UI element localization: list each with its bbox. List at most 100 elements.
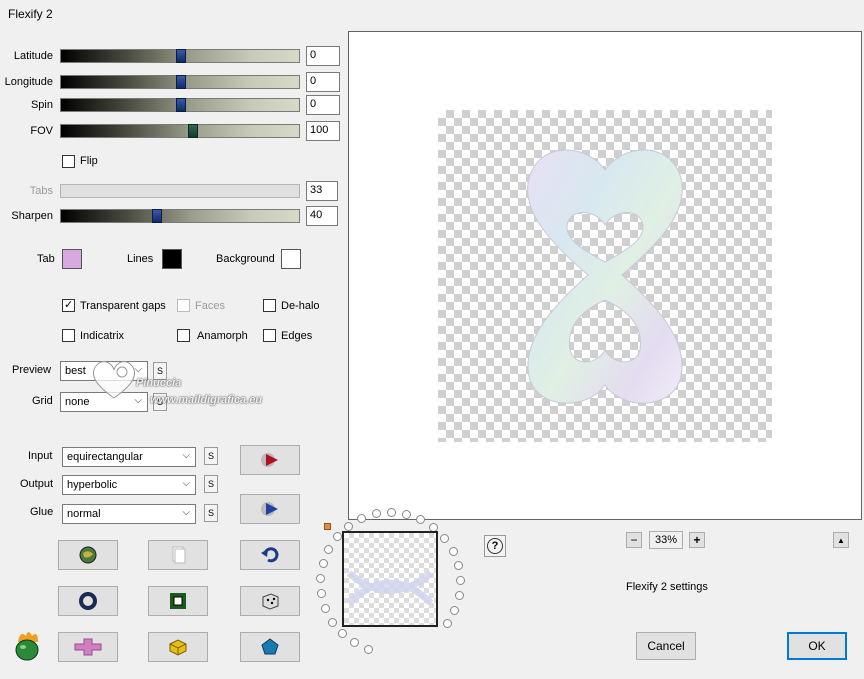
flip-label: Flip <box>80 155 98 167</box>
watermark-line1: Pinuccia <box>136 377 182 389</box>
navigator-dot[interactable] <box>316 574 325 583</box>
navigator-dot[interactable] <box>324 545 333 554</box>
slider-value-tabs[interactable]: 33 <box>306 181 338 201</box>
navigator-dot[interactable] <box>402 510 411 519</box>
navigator-dot[interactable] <box>440 534 449 543</box>
anamorph-checkbox[interactable] <box>177 329 190 342</box>
navigator-dot[interactable] <box>372 509 381 518</box>
output-select[interactable]: hyperbolic ⌵ <box>62 475 196 495</box>
slider-tabs <box>60 184 300 198</box>
transparent-gaps-label: Transparent gaps <box>80 300 166 312</box>
slider-thumb[interactable] <box>176 75 186 89</box>
slider-value-longitude[interactable]: 0 <box>306 72 340 92</box>
navigator-dot[interactable] <box>317 589 326 598</box>
copy-icon <box>172 546 186 564</box>
navigator-dot[interactable] <box>350 638 359 647</box>
ring-button[interactable] <box>58 586 118 616</box>
preview-image <box>438 110 772 442</box>
edges-label: Edges <box>281 330 313 342</box>
faces-label: Faces <box>195 300 225 312</box>
ok-button[interactable]: OK <box>787 632 847 660</box>
navigator-dot[interactable] <box>364 645 373 654</box>
slider-label-spin: Spin <box>30 99 53 111</box>
slider-latitude[interactable] <box>60 49 300 63</box>
output-label: Output <box>20 478 54 490</box>
dehalo-checkbox[interactable] <box>263 299 276 312</box>
tab-color-swatch[interactable] <box>62 249 82 269</box>
slider-longitude[interactable] <box>60 75 300 89</box>
background-color-swatch[interactable] <box>281 249 301 269</box>
dice-icon <box>262 593 279 610</box>
cross-button[interactable] <box>58 632 118 662</box>
output-s-button[interactable]: S <box>204 475 218 493</box>
preview-canvas[interactable] <box>348 31 862 520</box>
slider-label-tabs: Tabs <box>29 185 53 197</box>
chevron-down-icon: ⌵ <box>182 478 190 489</box>
input-s-button[interactable]: S <box>204 447 218 465</box>
zoom-out-button[interactable]: − <box>626 532 642 548</box>
transparent-gaps-checkbox[interactable]: ✓ <box>62 299 75 312</box>
navigator-dot[interactable] <box>357 514 366 523</box>
navigator-dot[interactable] <box>450 606 459 615</box>
dice-button[interactable] <box>240 586 300 616</box>
navigator-dot[interactable] <box>387 508 396 517</box>
cube-button[interactable] <box>148 632 208 662</box>
navigator-dot[interactable] <box>416 515 425 524</box>
edges-checkbox[interactable] <box>263 329 276 342</box>
slider-fov[interactable] <box>60 124 300 138</box>
slider-spin[interactable] <box>60 98 300 112</box>
glue-select[interactable]: normal ⌵ <box>62 504 196 524</box>
slider-label-longitude: Longitude <box>4 76 53 88</box>
window-title: Flexify 2 <box>8 7 53 21</box>
help-button[interactable]: ? <box>484 535 506 557</box>
slider-value-sharpen[interactable]: 40 <box>306 206 338 226</box>
navigator-dot[interactable] <box>333 532 342 541</box>
slider-thumb[interactable] <box>176 49 186 63</box>
glue-label: Glue <box>30 506 54 518</box>
slider-thumb[interactable] <box>176 98 186 112</box>
input-select[interactable]: equirectangular ⌵ <box>62 447 196 467</box>
globe-icon <box>79 546 97 564</box>
anamorph-label: Anamorph <box>197 330 248 342</box>
navigator-dot[interactable] <box>449 547 458 556</box>
dehalo-label: De-halo <box>281 300 320 312</box>
globe-button[interactable] <box>58 540 118 570</box>
slider-value-latitude[interactable]: 0 <box>306 46 340 66</box>
minus-icon: − <box>630 533 638 547</box>
pentagon-button[interactable] <box>240 632 300 662</box>
navigator-marker-icon <box>324 523 331 530</box>
glue-s-button[interactable]: S <box>204 504 218 522</box>
navigator-thumbnail[interactable] <box>342 531 438 627</box>
lines-color-swatch[interactable] <box>162 249 182 269</box>
navigator-dot[interactable] <box>455 591 464 600</box>
slider-value-fov[interactable]: 100 <box>306 121 340 141</box>
play-blue-button[interactable] <box>240 494 300 524</box>
watermark-heart-icon <box>92 361 136 399</box>
navigator-dot[interactable] <box>338 629 347 638</box>
cancel-button[interactable]: Cancel <box>636 632 696 660</box>
copy-button[interactable] <box>148 540 208 570</box>
navigator-dot[interactable] <box>443 619 452 628</box>
slider-thumb[interactable] <box>152 209 162 223</box>
play-red-button[interactable] <box>240 445 300 475</box>
preview-value: best <box>65 365 86 377</box>
input-label: Input <box>28 450 53 462</box>
navigator-dot[interactable] <box>328 618 337 627</box>
navigator-dot[interactable] <box>456 576 465 585</box>
flaming-egg-logo-icon <box>15 632 39 661</box>
pentagon-icon <box>261 638 279 655</box>
undo-button[interactable] <box>240 540 300 570</box>
slider-value-spin[interactable]: 0 <box>306 95 340 115</box>
checkmark-icon: ✓ <box>64 299 74 311</box>
indicatrix-checkbox[interactable] <box>62 329 75 342</box>
navigator-dot[interactable] <box>319 559 328 568</box>
collapse-button[interactable]: ▲ <box>833 532 849 548</box>
slider-sharpen[interactable] <box>60 209 300 223</box>
navigator-dot[interactable] <box>344 522 353 531</box>
navigator-dot[interactable] <box>321 604 330 613</box>
slider-thumb[interactable] <box>188 124 198 138</box>
navigator-dot[interactable] <box>454 561 463 570</box>
zoom-in-button[interactable]: + <box>689 532 705 548</box>
flip-checkbox[interactable] <box>62 155 75 168</box>
frame-button[interactable] <box>148 586 208 616</box>
